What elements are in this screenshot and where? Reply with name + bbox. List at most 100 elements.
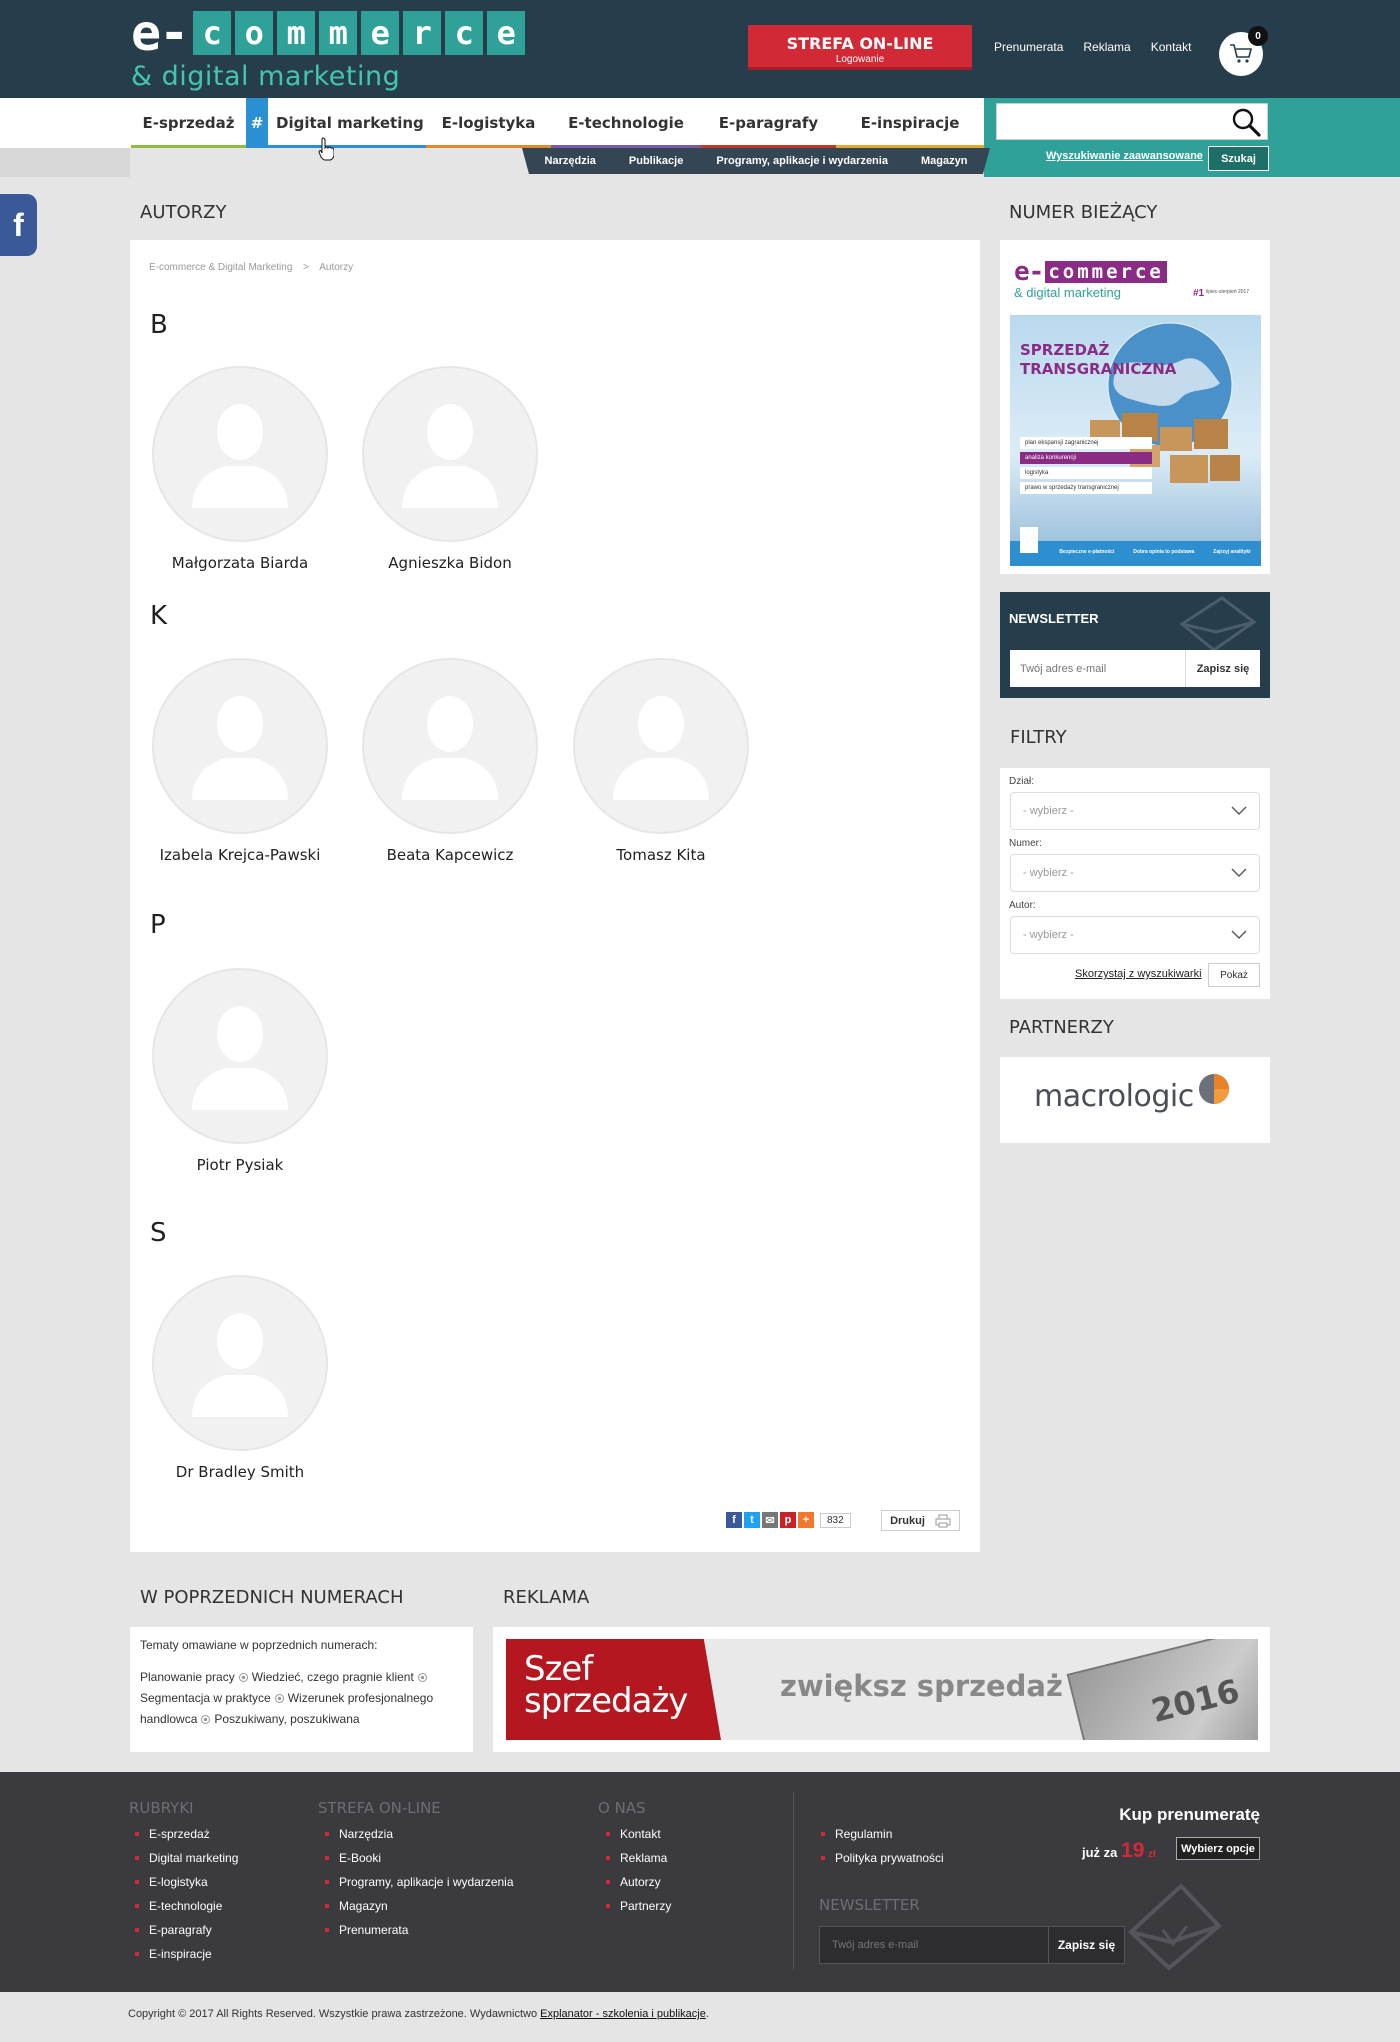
site-logo[interactable]: e- c o m m e r c e & digital marketing bbox=[131, 8, 581, 96]
cart-count-badge: 0 bbox=[1248, 26, 1268, 46]
chevron-down-icon bbox=[1231, 868, 1247, 877]
filter-show-button[interactable]: Pokaż bbox=[1208, 963, 1260, 987]
subnav-programy[interactable]: Programy, aplikacje i wydarzenia bbox=[716, 155, 888, 167]
share-bar: f t ✉ p + 832 bbox=[726, 1512, 851, 1528]
chevron-down-icon bbox=[1231, 806, 1247, 815]
footer-link-privacy[interactable]: Polityka prywatności bbox=[815, 1846, 944, 1870]
author-card[interactable]: Tomasz Kita bbox=[573, 658, 749, 864]
footer-col-title: RUBRYKI bbox=[129, 1799, 194, 1817]
email-share-icon[interactable]: ✉ bbox=[762, 1512, 778, 1528]
author-card[interactable]: Agnieszka Bidon bbox=[362, 366, 538, 572]
magazine-cover[interactable]: e- commerce & digital marketing #1 lipie… bbox=[1010, 253, 1261, 566]
facebook-tab[interactable]: f bbox=[0, 194, 37, 256]
nav-item-e-technologie[interactable]: E-technologie bbox=[551, 98, 701, 148]
avatar bbox=[152, 658, 328, 834]
strefa-online-login-button[interactable]: STREFA ON-LINE Logowanie bbox=[748, 25, 972, 70]
subnav-magazyn[interactable]: Magazyn bbox=[921, 155, 967, 167]
newsletter-subscribe-button[interactable]: Zapisz się bbox=[1185, 650, 1260, 687]
nav-item-label: Digital marketing bbox=[276, 113, 424, 132]
footer-o-nas-list: Kontakt Reklama Autorzy Partnerzy bbox=[600, 1822, 671, 1918]
author-name: Agnieszka Bidon bbox=[388, 554, 512, 572]
nav-item-e-logistyka[interactable]: E-logistyka bbox=[426, 98, 551, 148]
footer-link[interactable]: E-technologie bbox=[129, 1894, 238, 1918]
share-count: 832 bbox=[820, 1512, 851, 1528]
footer-link[interactable]: Programy, aplikacje i wydarzenia bbox=[319, 1870, 514, 1894]
footer-link[interactable]: Magazyn bbox=[319, 1894, 514, 1918]
logo-wordmark: e- c o m m e r c e bbox=[131, 8, 581, 58]
top-link-kontakt[interactable]: Kontakt bbox=[1151, 40, 1192, 54]
subnav-publikacje[interactable]: Publikacje bbox=[629, 155, 683, 167]
filter-select-value: - wybierz - bbox=[1023, 867, 1074, 879]
footer-link[interactable]: E-paragrafy bbox=[129, 1918, 238, 1942]
ad-banner[interactable]: Szef sprzedaży zwiększ sprzedaż 2016 bbox=[506, 1639, 1258, 1740]
footer-link[interactable]: E-logistyka bbox=[129, 1870, 238, 1894]
footer-link[interactable]: E-inspiracje bbox=[129, 1942, 238, 1966]
footer-legal-list: Regulamin Polityka prywatności bbox=[815, 1822, 944, 1870]
facebook-share-icon[interactable]: f bbox=[726, 1512, 742, 1528]
filter-autor-select[interactable]: - wybierz - bbox=[1010, 916, 1260, 954]
logo-letter: o bbox=[235, 11, 274, 55]
nav-item-digital-marketing[interactable]: # Digital marketing bbox=[246, 97, 426, 148]
footer-link[interactable]: Narzędzia bbox=[319, 1822, 514, 1846]
author-card[interactable]: Małgorzata Biarda bbox=[152, 366, 328, 572]
author-card[interactable]: Izabela Krejca-Pawski bbox=[152, 658, 328, 864]
cover-headline-line: SPRZEDAŻ bbox=[1020, 341, 1110, 359]
more-share-icon[interactable]: + bbox=[798, 1512, 814, 1528]
print-button[interactable]: Drukuj bbox=[881, 1510, 960, 1531]
footer-link[interactable]: Prenumerata bbox=[319, 1918, 514, 1942]
cover-image: SPRZEDAŻ TRANSGRANICZNA plan ekspansji z… bbox=[1010, 315, 1261, 566]
filter-numer-select[interactable]: - wybierz - bbox=[1010, 854, 1260, 892]
topic-tag[interactable]: Segmentacja w praktyce bbox=[140, 1691, 271, 1705]
nav-item-e-inspiracje[interactable]: E-inspiracje bbox=[836, 98, 984, 148]
twitter-share-icon[interactable]: t bbox=[744, 1512, 760, 1528]
ad-title: REKLAMA bbox=[503, 1587, 590, 1608]
partner-box[interactable]: macrologic bbox=[1000, 1057, 1270, 1143]
nav-item-e-sprzedaz[interactable]: E-sprzedaż bbox=[131, 98, 246, 148]
filter-label: Dział: bbox=[1009, 776, 1035, 787]
topic-tag[interactable]: Poszukiwany, poszukiwana bbox=[214, 1712, 359, 1726]
strefa-title: STREFA ON-LINE bbox=[786, 34, 934, 53]
filters-title: FILTRY bbox=[1010, 727, 1067, 748]
footer-link[interactable]: E-sprzedaż bbox=[129, 1822, 238, 1846]
search-button[interactable]: Szukaj bbox=[1208, 146, 1269, 171]
search-icon[interactable] bbox=[1230, 106, 1262, 138]
filter-label: Numer: bbox=[1009, 838, 1042, 849]
breadcrumb-home[interactable]: E-commerce & Digital Marketing bbox=[149, 262, 292, 273]
printer-icon bbox=[935, 1514, 951, 1527]
newsletter-email-input[interactable] bbox=[1010, 650, 1185, 687]
footer-link[interactable]: Reklama bbox=[600, 1846, 671, 1870]
choose-options-button[interactable]: Wybierz opcje bbox=[1176, 1837, 1260, 1860]
footer-col-title: O NAS bbox=[598, 1799, 646, 1817]
author-card[interactable]: Beata Kapcewicz bbox=[362, 658, 538, 864]
subnav-narzedzia[interactable]: Narzędzia bbox=[545, 155, 596, 167]
footer-link[interactable]: Partnerzy bbox=[600, 1894, 671, 1918]
footer-link[interactable]: E-Booki bbox=[319, 1846, 514, 1870]
previous-issues-intro: Tematy omawiane w poprzednich numerach: bbox=[140, 1638, 378, 1652]
print-label: Drukuj bbox=[890, 1514, 925, 1527]
publisher-link[interactable]: Explanator - szkolenia i publikacje bbox=[540, 2008, 706, 2020]
footer-link[interactable]: Digital marketing bbox=[129, 1846, 238, 1870]
topic-tag[interactable]: Planowanie pracy bbox=[140, 1670, 235, 1684]
author-card[interactable]: Dr Bradley Smith bbox=[152, 1275, 328, 1481]
pinterest-share-icon[interactable]: p bbox=[780, 1512, 796, 1528]
filter-dzial-select[interactable]: - wybierz - bbox=[1010, 792, 1260, 830]
advanced-search-link[interactable]: Wyszukiwanie zaawansowane bbox=[1046, 150, 1203, 162]
search-input[interactable] bbox=[996, 103, 1268, 140]
author-card[interactable]: Piotr Pysiak bbox=[152, 968, 328, 1174]
filter-label: Autor: bbox=[1009, 900, 1036, 911]
footer-link-regulamin[interactable]: Regulamin bbox=[815, 1822, 944, 1846]
cover-logo-word: commerce bbox=[1045, 261, 1167, 283]
previous-issues-box: Tematy omawiane w poprzednich numerach: … bbox=[130, 1627, 473, 1752]
footer-link[interactable]: Kontakt bbox=[600, 1822, 671, 1846]
bullet-icon bbox=[238, 1673, 248, 1682]
footer-newsletter-button[interactable]: Zapisz się bbox=[1049, 1926, 1125, 1964]
nav-item-e-paragrafy[interactable]: E-paragrafy bbox=[701, 98, 836, 148]
use-search-link[interactable]: Skorzystaj z wyszukiwarki bbox=[1075, 968, 1202, 980]
footer-newsletter-input[interactable] bbox=[819, 1926, 1049, 1964]
subscription-price: już za 19 zł bbox=[1082, 1839, 1156, 1863]
top-link-prenumerata[interactable]: Prenumerata bbox=[994, 40, 1063, 54]
top-link-reklama[interactable]: Reklama bbox=[1083, 40, 1130, 54]
user-silhouette-icon bbox=[192, 404, 288, 508]
topic-tag[interactable]: Wiedzieć, czego pragnie klient bbox=[252, 1670, 414, 1684]
footer-link[interactable]: Autorzy bbox=[600, 1870, 671, 1894]
